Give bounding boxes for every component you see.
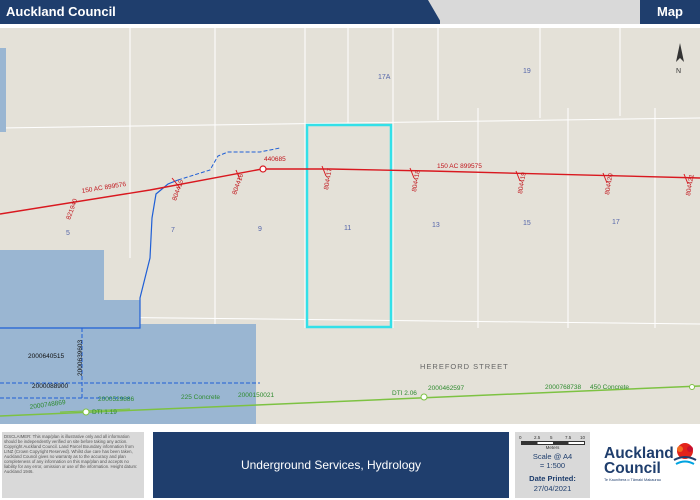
pohutukawa-logo-icon — [673, 443, 697, 465]
map-title: Underground Services, Hydrology — [240, 458, 422, 472]
water-areas — [0, 48, 256, 424]
scalebar-tick: 7.5 — [565, 435, 572, 440]
label-2000529886: 2000529886 — [98, 396, 135, 403]
parcel-11: 11 — [344, 225, 351, 232]
scale-label: Scale @ A4 — [532, 452, 573, 461]
scalebar-tick: 2.5 — [534, 435, 541, 440]
label-2000768738: 2000768738 — [545, 384, 582, 391]
map-tab[interactable]: Map — [640, 0, 700, 24]
label-2000462597: 2000462597 — [428, 385, 465, 392]
scalebar-tick: 5 — [550, 435, 553, 440]
label-804419: 804419 — [517, 171, 528, 194]
label-225-concrete: 225 Concrete — [181, 394, 220, 401]
label-450-concrete: 450 Concrete — [590, 384, 629, 391]
parcel-5: 5 — [66, 230, 70, 237]
water-area-northwest — [0, 48, 6, 132]
label-2000640515: 2000640515 — [28, 353, 65, 360]
label-804416: 804416 — [231, 173, 245, 196]
disclaimer-text: DISCLAIMER: This map/plan is illustrativ… — [2, 432, 144, 498]
scale-value: = 1:500 — [539, 461, 566, 470]
water-node-dti119[interactable] — [82, 408, 90, 416]
scalebar-tick: 0 — [519, 435, 522, 440]
label-440685: 440685 — [264, 156, 286, 163]
label-wastewater-east: 150 AC 899575 — [437, 163, 482, 170]
parcel-7: 7 — [171, 227, 175, 234]
header-title: Auckland Council — [6, 4, 116, 19]
parcel-15: 15 — [523, 220, 531, 227]
map-canvas[interactable]: N 17A 19 5 7 9 11 13 15 17 HEREFORD STRE… — [0, 28, 700, 424]
map-tab-label: Map — [657, 4, 683, 19]
water-node-dti206[interactable] — [420, 393, 428, 401]
logo-wordmark: Auckland Council — [604, 445, 674, 477]
map-title-box: Underground Services, Hydrology — [153, 432, 509, 498]
date-printed-label: Date Printed: — [529, 474, 576, 483]
logo-tagline: Te Kaunihera o Tāmaki Makaurau — [604, 478, 661, 482]
parcel-17a: 17A — [378, 74, 391, 81]
parcel-13: 13 — [432, 222, 440, 229]
scalebar-unit: Meters — [545, 445, 560, 450]
parcel-9: 9 — [258, 226, 262, 233]
scalebar-tick: 10 — [580, 435, 586, 440]
street-label-hereford: HEREFORD STREET — [420, 362, 509, 371]
scale-box: 0 2.5 5 7.5 10 Meters Scale @ A4 = 1:500… — [515, 432, 590, 498]
label-dti-119: DTI 1.19 — [92, 409, 117, 416]
date-printed-value: 27/04/2021 — [533, 484, 572, 493]
label-804421: 804421 — [685, 173, 696, 196]
north-arrow-label: N — [676, 68, 681, 75]
label-804417: 804417 — [323, 167, 334, 190]
manhole-440685[interactable] — [259, 165, 267, 173]
label-2000639603: 2000639603 — [77, 339, 84, 376]
north-arrow-icon: N — [676, 43, 684, 75]
logo-line-1: Auckland — [604, 445, 674, 462]
water-area-southwest — [0, 300, 140, 424]
label-wastewater-west: 150 AC 899576 — [81, 181, 127, 195]
parcel-19: 19 — [523, 68, 531, 75]
header-notch — [428, 0, 442, 24]
label-2000088900: 2000088900 — [32, 383, 69, 390]
logo-line-2: Council — [604, 460, 661, 477]
label-dti-206: DTI 2.06 — [392, 390, 417, 397]
label-804418: 804418 — [411, 169, 422, 192]
map-svg[interactable]: N 17A 19 5 7 9 11 13 15 17 HEREFORD STRE… — [0, 28, 700, 424]
parcel-boundaries — [0, 28, 700, 328]
label-821940: 821940 — [65, 198, 79, 221]
parcel-17: 17 — [612, 219, 620, 226]
label-2000150021: 2000150021 — [238, 392, 275, 399]
water-node-east[interactable] — [689, 384, 695, 390]
